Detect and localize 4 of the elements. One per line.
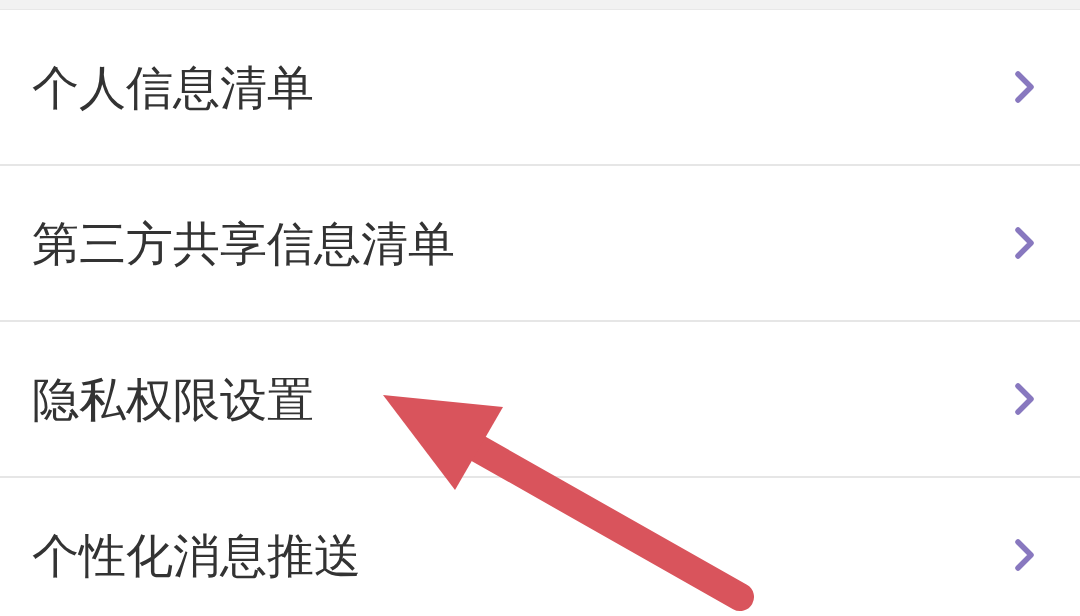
chevron-right-icon xyxy=(1015,383,1034,415)
chevron-right-icon xyxy=(1015,71,1034,103)
chevron-right-icon xyxy=(1015,227,1034,259)
chevron-right-icon xyxy=(1015,539,1034,571)
